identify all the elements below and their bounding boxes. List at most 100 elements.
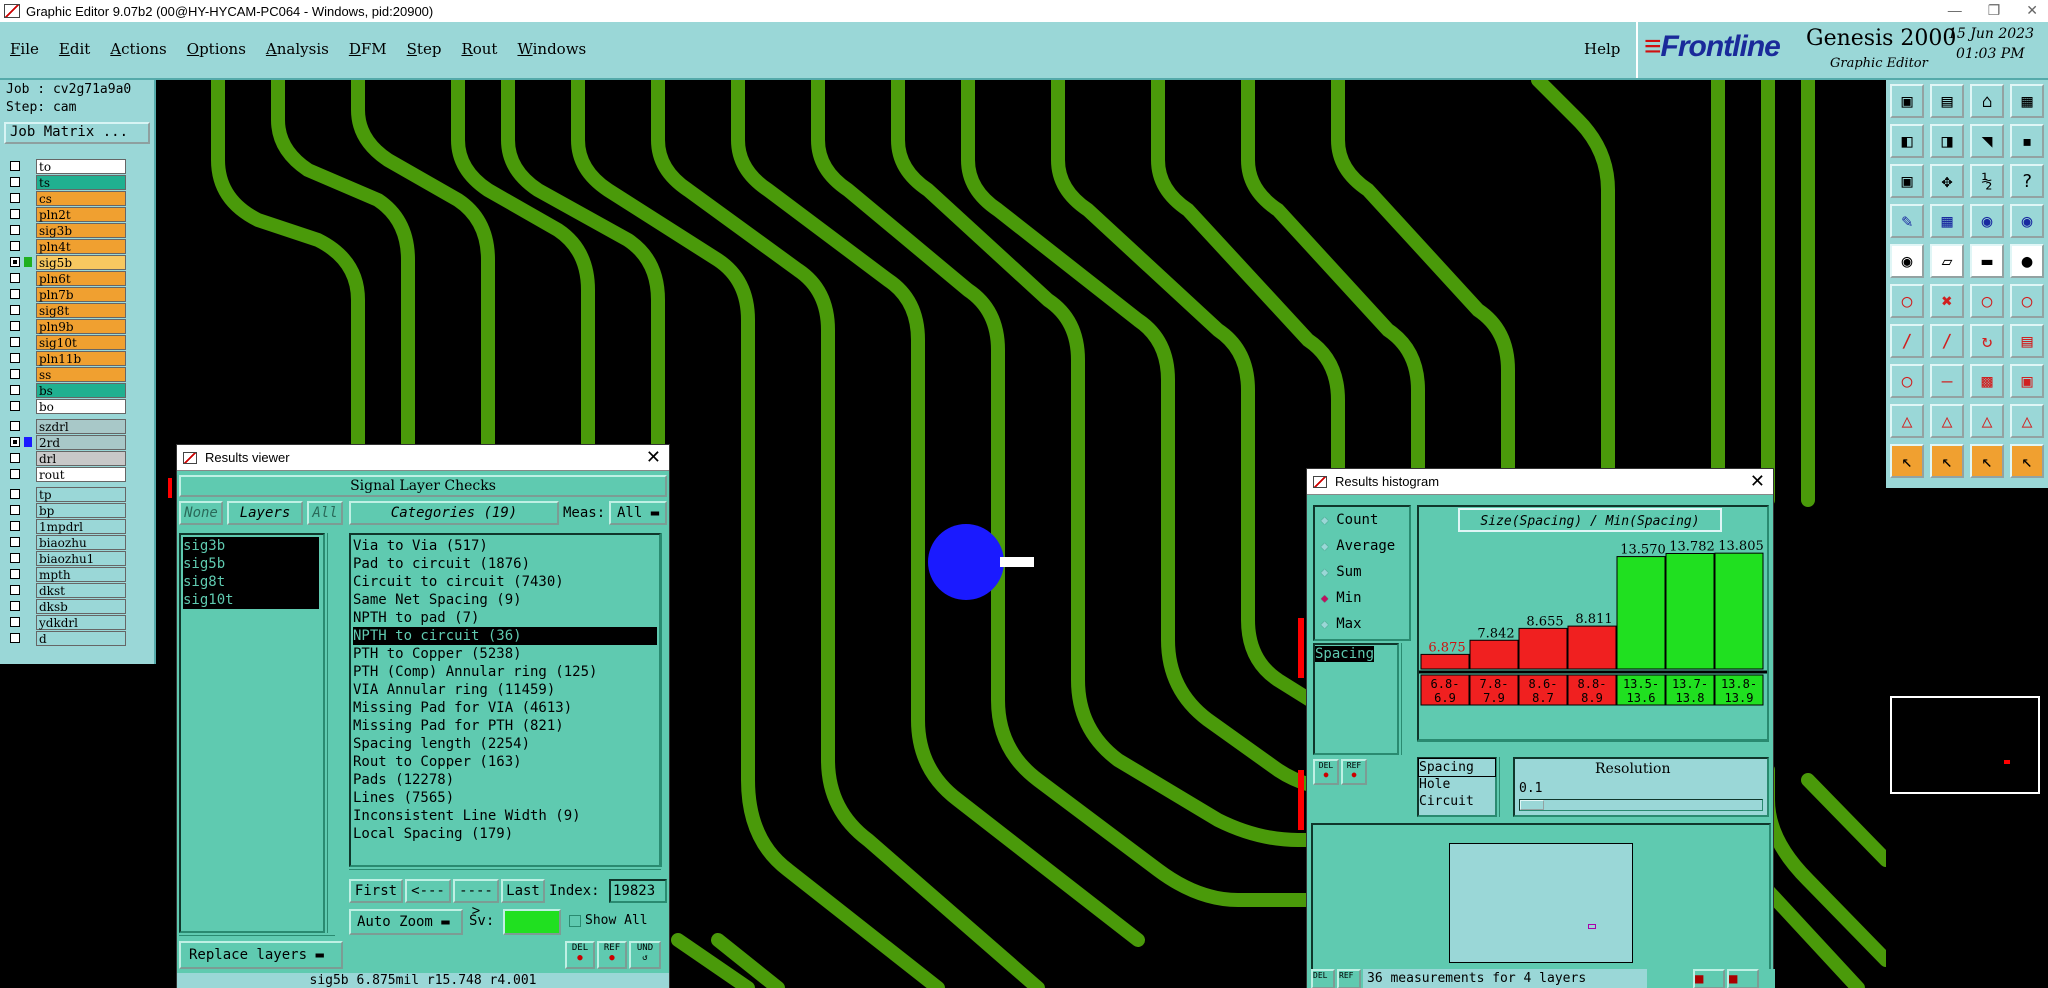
layer-affected-marker[interactable] — [24, 337, 32, 347]
camera-button[interactable]: ◉ — [1890, 244, 1924, 278]
layer-name[interactable]: pln6t — [36, 270, 126, 286]
layer-affected-marker[interactable] — [24, 305, 32, 315]
layer-name[interactable]: sig10t — [36, 334, 126, 350]
layer-row-ss[interactable]: ss — [6, 366, 126, 382]
option-sum[interactable]: ◆ Sum — [1315, 559, 1409, 585]
layer-name[interactable]: szdrl — [36, 418, 126, 434]
resolution-slider[interactable] — [1519, 799, 1763, 811]
histogram-chart[interactable]: Size(Spacing) / Min(Spacing) 6.875 6.8- 6.9… — [1417, 505, 1769, 741]
layer-row-biaozhu1[interactable]: biaozhu1 — [6, 550, 126, 566]
category-item[interactable]: Missing Pad for VIA (4613) — [353, 699, 657, 717]
layer-name[interactable]: sig3b — [36, 222, 126, 238]
box-select-button[interactable]: ▩ — [1970, 364, 2004, 398]
layer-row-szdrl[interactable]: szdrl — [6, 418, 126, 434]
window-right-button[interactable]: ◨ — [1930, 124, 1964, 158]
layer-affected-marker[interactable] — [24, 421, 32, 431]
print-button[interactable]: ■ — [1727, 969, 1759, 988]
option-count[interactable]: ◆ Count — [1315, 507, 1409, 533]
layer-checkbox[interactable] — [10, 305, 20, 315]
close-icon[interactable]: ✕ — [1750, 471, 1765, 492]
category-item[interactable]: Rout to Copper (163) — [353, 753, 657, 771]
measure-list[interactable]: Spacing — [1313, 643, 1399, 755]
home-button[interactable]: ⌂ — [1970, 84, 2004, 118]
measure-list-scrollbar[interactable] — [1401, 643, 1411, 755]
status-del-button[interactable]: DEL — [1311, 969, 1335, 988]
layer-name[interactable]: 1mpdrl — [36, 518, 126, 534]
radio-icon[interactable]: ◆ — [1321, 617, 1328, 631]
delete-cross-button[interactable]: ✖ — [1930, 284, 1964, 318]
layer-affected-marker[interactable] — [24, 385, 32, 395]
del-button[interactable]: DEL ● — [565, 941, 595, 969]
histogram-bar[interactable] — [1616, 556, 1666, 670]
category-item[interactable]: PTH to Copper (5238) — [353, 645, 657, 663]
layer-row-bo[interactable]: bo — [6, 398, 126, 414]
meas-dropdown[interactable]: All ▬ — [609, 501, 667, 525]
list-item[interactable]: sig10t — [183, 591, 321, 609]
edit-attr-button[interactable]: ✎ — [1890, 204, 1924, 238]
layer-row-sig3b[interactable]: sig3b — [6, 222, 126, 238]
hist-ref-button[interactable]: REF ● — [1341, 759, 1367, 785]
categories-scrollbar[interactable] — [661, 533, 669, 867]
next-button[interactable]: ----> — [453, 879, 499, 919]
result-layer-sig5b[interactable]: sig5b — [183, 555, 319, 573]
layer-checkbox[interactable] — [10, 553, 20, 563]
type-item-hole[interactable]: Hole — [1419, 776, 1495, 793]
none-button[interactable]: None — [179, 501, 223, 525]
measure-item-spacing[interactable]: Spacing — [1315, 646, 1375, 662]
categories-button[interactable]: Categories (19) — [349, 501, 559, 525]
point-edit-button[interactable]: ○ — [1890, 364, 1924, 398]
layer-affected-marker[interactable] — [24, 177, 32, 187]
net-route-button[interactable]: ◉ — [2010, 204, 2044, 238]
layer-row-d[interactable]: d — [6, 630, 126, 646]
type-item-spacing[interactable]: Spacing — [1418, 758, 1496, 777]
layer-checkbox[interactable] — [10, 241, 20, 251]
grid-button[interactable]: ▦ — [1930, 204, 1964, 238]
category-item[interactable]: Inconsistent Line Width (9) — [353, 807, 657, 825]
category-item[interactable]: Spacing length (2254) — [353, 735, 657, 753]
layer-row-sig8t[interactable]: sig8t — [6, 302, 126, 318]
layer-row-cs[interactable]: cs — [6, 190, 126, 206]
menu-dfm[interactable]: DFM — [349, 40, 387, 58]
layer-affected-marker[interactable] — [24, 521, 32, 531]
section-header[interactable]: Signal Layer Checks — [179, 475, 667, 497]
layer-name[interactable]: sig8t — [36, 302, 126, 318]
triangle-a-button[interactable]: △ — [1890, 404, 1924, 438]
job-matrix-button[interactable]: Job Matrix ... — [4, 122, 150, 144]
layer-affected-marker[interactable] — [24, 273, 32, 283]
route-b-button[interactable]: ○ — [2010, 284, 2044, 318]
layer-affected-marker[interactable] — [24, 437, 32, 447]
hist-del-button[interactable]: DEL ● — [1313, 759, 1339, 785]
layer-row-biaozhu[interactable]: biaozhu — [6, 534, 126, 550]
minimize-icon[interactable]: — — [1948, 2, 1962, 19]
layer-affected-marker[interactable] — [24, 469, 32, 479]
resolution-slider-thumb[interactable] — [1520, 800, 1544, 810]
layer-name[interactable]: biaozhu — [36, 534, 126, 550]
layer-affected-marker[interactable] — [24, 505, 32, 515]
layer-affected-marker[interactable] — [24, 353, 32, 363]
layer-name[interactable]: bp — [36, 502, 126, 518]
drill-hole[interactable] — [928, 524, 1004, 600]
layer-name[interactable]: 2rd — [36, 434, 126, 450]
preview-frame[interactable] — [1449, 843, 1633, 963]
select-arrow4-button[interactable]: ↖ — [2010, 444, 2044, 478]
layer-row-ydkdrl[interactable]: ydkdrl — [6, 614, 126, 630]
layer-name[interactable]: pln7b — [36, 286, 126, 302]
layer-name[interactable]: ts — [36, 174, 126, 190]
type-item-circuit[interactable]: Circuit — [1419, 793, 1495, 810]
auto-zoom-dropdown[interactable]: Auto Zoom ▬ — [349, 909, 463, 935]
layer-name[interactable]: pln2t — [36, 206, 126, 222]
layer-checkbox[interactable] — [10, 469, 20, 479]
layer-checkbox[interactable] — [10, 505, 20, 515]
layer-checkbox[interactable] — [10, 601, 20, 611]
layer-row-sig10t[interactable]: sig10t — [6, 334, 126, 350]
layout-button[interactable]: ▦ — [2010, 84, 2044, 118]
layer-name[interactable]: rout — [36, 466, 126, 482]
layer-row-to[interactable]: to — [6, 158, 126, 174]
layer-checkbox[interactable] — [10, 401, 20, 411]
import-button[interactable]: ▤ — [1930, 84, 1964, 118]
connect-nodes-button[interactable]: ○ — [1890, 284, 1924, 318]
histogram-bar[interactable] — [1665, 552, 1715, 670]
category-item[interactable]: VIA Annular ring (11459) — [353, 681, 657, 699]
move-feature-button[interactable]: ▣ — [2010, 364, 2044, 398]
net-select-button[interactable]: ◉ — [1970, 204, 2004, 238]
